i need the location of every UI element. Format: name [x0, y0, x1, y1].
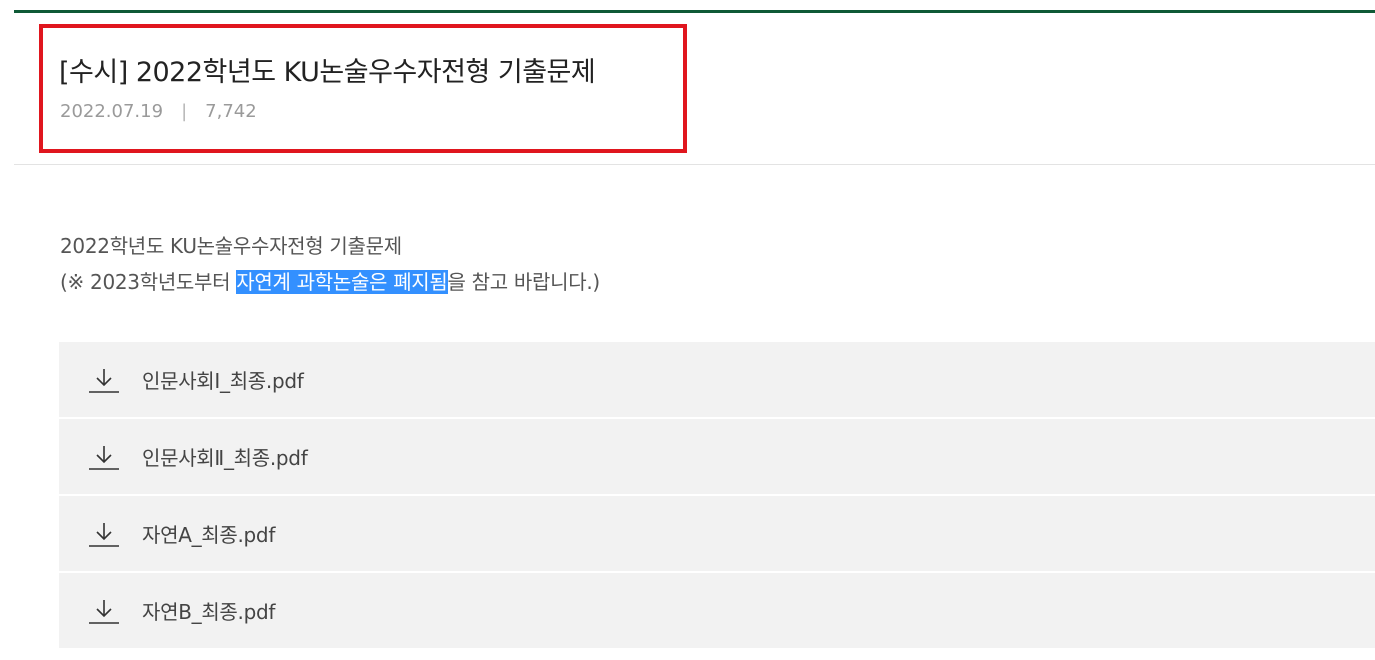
attachment-item[interactable]: 인문사회Ⅰ_최종.pdf	[59, 342, 1375, 419]
selected-text: 자연계 과학논술은 폐지됨	[236, 270, 448, 294]
post-meta: 2022.07.19 | 7,742	[60, 101, 257, 122]
content-line-2-suffix: 을 참고 바랍니다.)	[447, 270, 601, 294]
attachment-item[interactable]: 자연A_최종.pdf	[59, 496, 1375, 573]
attachment-list: 인문사회Ⅰ_최종.pdf 인문사회Ⅱ_최종.pdf 자연A_최종.pdf 자연B…	[59, 342, 1375, 648]
content-line-1: 2022학년도 KU논술우수자전형 기출문제	[60, 234, 402, 258]
content-line-2-prefix: (※ 2023학년도부터	[60, 270, 237, 294]
post-views: 7,742	[205, 101, 257, 122]
meta-separator: |	[181, 101, 188, 122]
post-title: [수시] 2022학년도 KU논술우수자전형 기출문제	[59, 57, 596, 88]
download-icon[interactable]	[88, 366, 120, 394]
download-icon[interactable]	[88, 597, 120, 625]
attachment-item[interactable]: 자연B_최종.pdf	[59, 573, 1375, 648]
attachment-item[interactable]: 인문사회Ⅱ_최종.pdf	[59, 419, 1375, 496]
post-content: 2022학년도 KU논술우수자전형 기출문제 (※ 2023학년도부터 자연계 …	[60, 228, 600, 300]
post-date: 2022.07.19	[60, 101, 164, 122]
attachment-name[interactable]: 자연B_최종.pdf	[142, 596, 275, 625]
content-line-2: (※ 2023학년도부터 자연계 과학논술은 폐지됨을 참고 바랍니다.)	[60, 264, 600, 300]
download-icon[interactable]	[88, 443, 120, 471]
download-icon[interactable]	[88, 520, 120, 548]
attachment-name[interactable]: 자연A_최종.pdf	[142, 519, 275, 548]
attachment-name[interactable]: 인문사회Ⅰ_최종.pdf	[142, 365, 304, 394]
attachment-name[interactable]: 인문사회Ⅱ_최종.pdf	[142, 442, 308, 471]
